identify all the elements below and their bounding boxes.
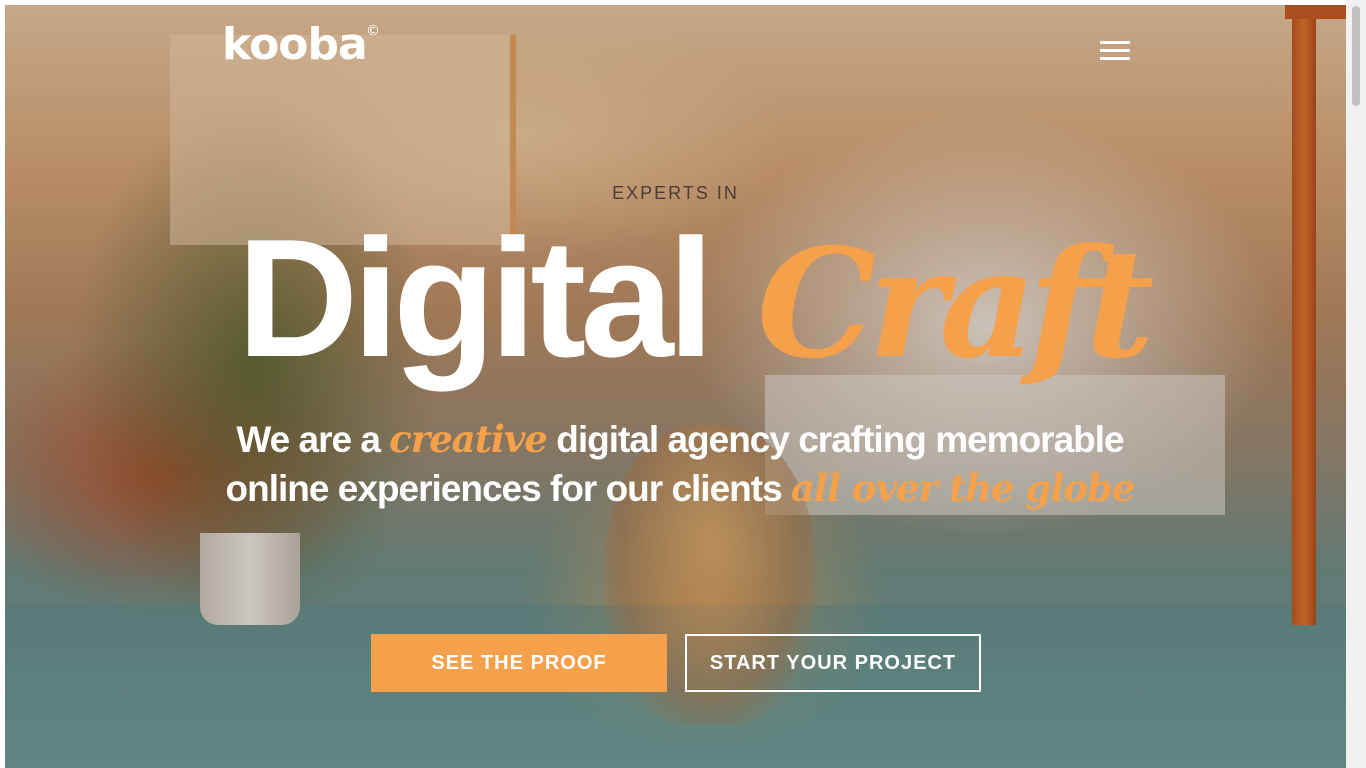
logo-copyright-mark: © <box>366 23 380 39</box>
tagline-emphasis: all over the globe <box>790 466 1135 510</box>
page-scrollbar[interactable] <box>1346 0 1366 768</box>
scrollbar-thumb[interactable] <box>1352 6 1360 106</box>
tagline-text: We are a <box>236 419 390 460</box>
site-logo[interactable]: kooba <box>222 17 368 73</box>
headline-main-word: Digital <box>237 204 714 392</box>
menu-bar <box>1100 41 1130 44</box>
hero-headline: Digital Craft <box>237 213 1157 403</box>
hamburger-menu-icon[interactable] <box>1095 35 1135 71</box>
start-your-project-button[interactable]: START YOUR PROJECT <box>685 634 981 692</box>
headline-accent-word: Craft <box>757 216 1154 392</box>
hero-section: kooba © EXPERTS IN Digital Craft We are … <box>5 5 1346 768</box>
menu-bar <box>1100 57 1130 60</box>
menu-bar <box>1100 49 1130 52</box>
hero-tagline: We are a creative digital agency craftin… <box>225 415 1136 513</box>
tagline-emphasis: creative <box>389 417 548 461</box>
see-the-proof-button[interactable]: SEE THE PROOF <box>371 634 667 692</box>
hero-kicker: EXPERTS IN <box>612 183 739 203</box>
